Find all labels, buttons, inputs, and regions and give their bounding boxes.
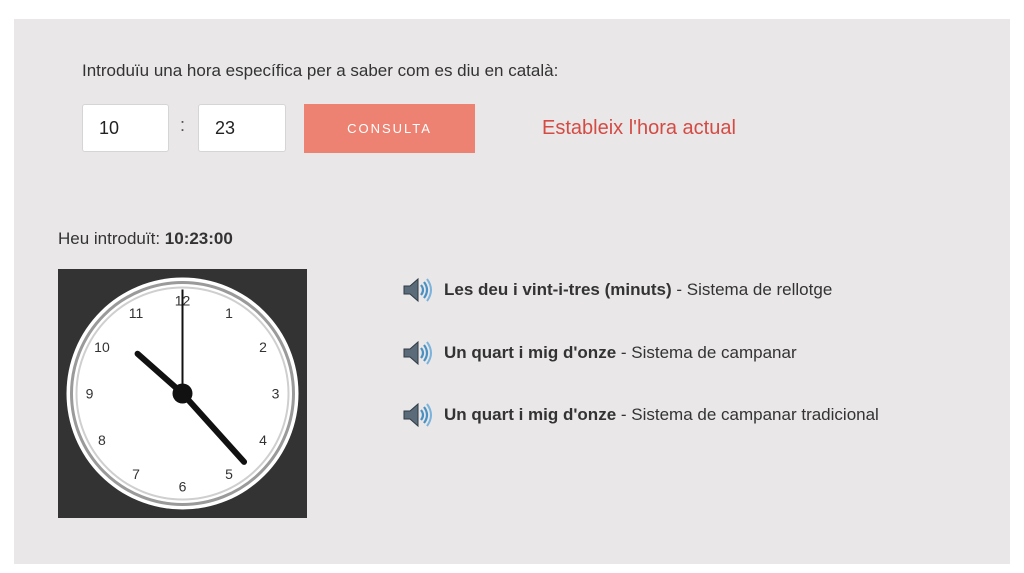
set-current-time-link[interactable]: Estableix l'hora actual bbox=[542, 117, 736, 140]
clock-number: 2 bbox=[259, 339, 267, 355]
minute-input[interactable] bbox=[198, 104, 286, 152]
clock-number: 11 bbox=[129, 305, 144, 321]
clock-number: 4 bbox=[259, 432, 267, 448]
clock-number: 7 bbox=[132, 466, 140, 482]
clock-number: 3 bbox=[272, 386, 280, 402]
result-system: - Sistema de campanar bbox=[616, 343, 797, 362]
clock-number: 5 bbox=[225, 466, 233, 482]
consulta-button[interactable]: CONSULTA bbox=[304, 104, 475, 153]
speaker-icon[interactable] bbox=[400, 338, 434, 368]
entered-time-label: Heu introduït: bbox=[58, 229, 165, 248]
result-system: - Sistema de campanar tradicional bbox=[616, 405, 879, 424]
hour-input[interactable] bbox=[82, 104, 169, 152]
clock-number: 10 bbox=[94, 339, 110, 355]
time-separator: : bbox=[180, 115, 186, 135]
entered-time-line: Heu introduït: 10:23:00 bbox=[58, 229, 233, 249]
instruction-text: Introduïu una hora específica per a sabe… bbox=[82, 61, 559, 80]
result-clock-system: Les deu i vint-i-tres (minuts) - Sistema… bbox=[400, 275, 832, 305]
speaker-icon[interactable] bbox=[400, 275, 434, 305]
result-phrase: Les deu i vint-i-tres (minuts) bbox=[444, 280, 672, 299]
result-phrase: Un quart i mig d'onze bbox=[444, 343, 617, 362]
clock-number: 6 bbox=[179, 479, 187, 495]
result-system: - Sistema de rellotge bbox=[671, 280, 833, 299]
clock-center-cap bbox=[172, 383, 193, 404]
clock-number: 8 bbox=[98, 432, 106, 448]
result-phrase: Un quart i mig d'onze bbox=[444, 405, 617, 424]
speaker-icon[interactable] bbox=[400, 400, 434, 430]
clock-face-svg: 121234567891011 bbox=[66, 277, 299, 510]
clock-number: 9 bbox=[86, 386, 94, 402]
analog-clock: 121234567891011 bbox=[58, 269, 307, 518]
clock-number: 1 bbox=[225, 305, 233, 321]
result-traditional-bell-system: Un quart i mig d'onze - Sistema de campa… bbox=[400, 400, 879, 430]
entered-time-value: 10:23:00 bbox=[164, 229, 233, 248]
result-bell-system: Un quart i mig d'onze - Sistema de campa… bbox=[400, 338, 797, 368]
